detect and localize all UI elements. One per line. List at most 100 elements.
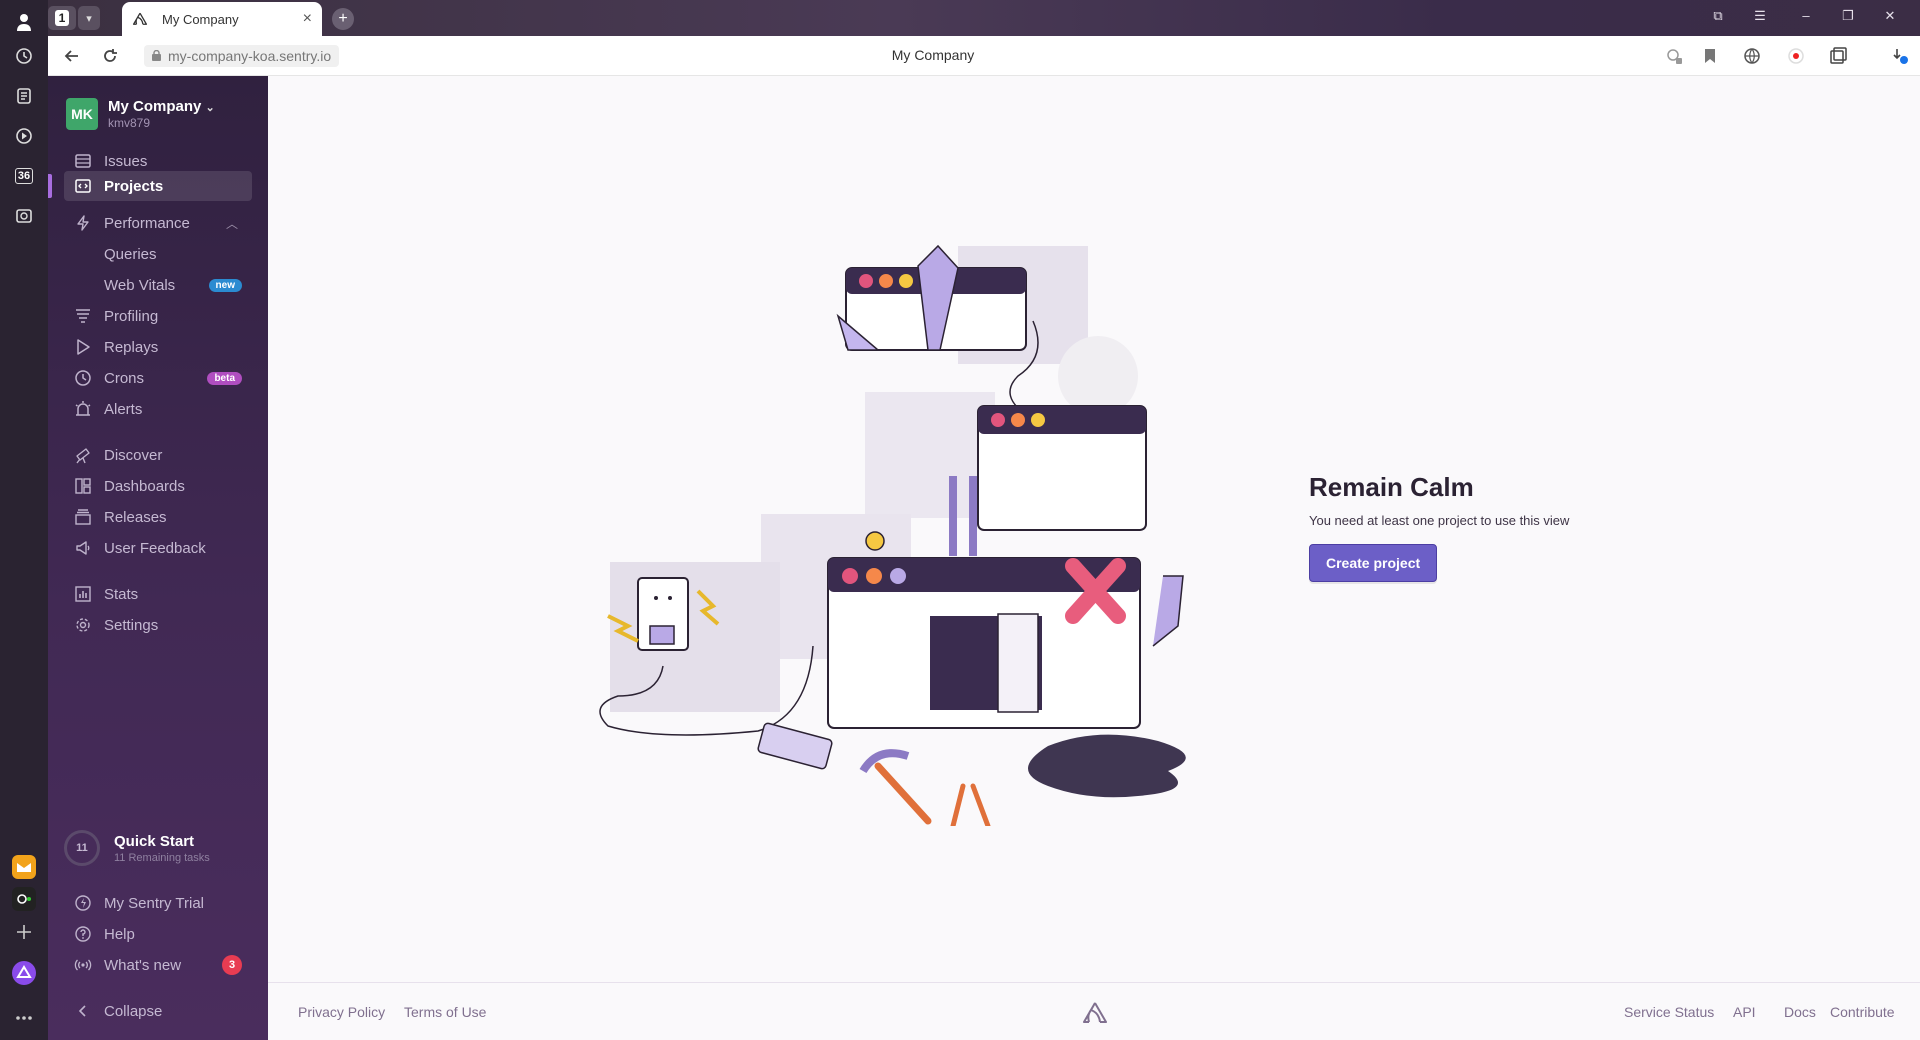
create-project-button[interactable]: Create project	[1309, 544, 1438, 582]
tabs-dropdown-icon[interactable]: ▾	[78, 6, 100, 30]
tab-bar: 1 ▾ My Company × + ⧉ ☰ – ❐ ✕	[48, 0, 1920, 36]
contribute-link[interactable]: Contribute	[1830, 1004, 1895, 1020]
chevron-down-icon: ⌄	[205, 102, 215, 114]
sidebar-item-stats[interactable]: Stats	[64, 579, 252, 609]
issues-icon	[74, 152, 92, 170]
sidebar-item-label: Web Vitals	[104, 276, 176, 294]
tab-title: My Company	[162, 11, 239, 27]
new-tab-button[interactable]: +	[332, 8, 354, 30]
sidebar-item-whats-new[interactable]: What's new 3	[64, 950, 252, 980]
beta-badge: beta	[207, 371, 242, 385]
sidebar-item-label: Discover	[104, 446, 163, 464]
main-content: Remain Calm You need at least one projec…	[268, 76, 1920, 1040]
play-icon[interactable]	[10, 122, 38, 150]
active-tab[interactable]: My Company ×	[122, 2, 322, 36]
projects-icon	[74, 177, 92, 195]
sidebar-item-crons[interactable]: Crons beta	[64, 363, 252, 393]
sidebar-item-label: Replays	[104, 338, 159, 356]
megaphone-icon	[74, 539, 92, 557]
broken-windows-illustration	[599, 244, 1186, 826]
sidebar-item-alerts[interactable]: Alerts	[64, 394, 252, 424]
chevron-left-icon	[74, 1002, 92, 1020]
sentry-favicon-icon	[132, 12, 148, 25]
translate-icon[interactable]	[1662, 44, 1686, 68]
sentry-sidebar: MK My Company ⌄ kmv879 Issues Projects P…	[48, 76, 268, 1040]
sidebar-item-performance[interactable]: Performance ︿	[64, 208, 252, 238]
org-switcher[interactable]: MK My Company ⌄ kmv879	[66, 98, 215, 130]
tab-close-icon[interactable]: ×	[303, 10, 312, 28]
more-icon[interactable]	[10, 1004, 38, 1032]
clock-icon	[74, 369, 92, 387]
whats-new-count: 3	[222, 955, 242, 975]
profile-icon[interactable]	[10, 8, 38, 36]
downloads-icon[interactable]	[1888, 44, 1912, 68]
sentry-logo-icon	[1083, 1002, 1107, 1023]
org-username: kmv879	[108, 116, 151, 130]
sidebar-item-label: Profiling	[104, 307, 159, 325]
dashboard-icon	[74, 477, 92, 495]
sidebar-item-label: Stats	[104, 585, 139, 603]
tab-count-button[interactable]: 1	[48, 6, 76, 30]
sidebar-item-releases[interactable]: Releases	[64, 502, 252, 532]
org-name: My Company	[108, 98, 202, 115]
sidebar-item-label: Releases	[104, 508, 167, 526]
sidebar-item-label: Performance	[104, 214, 190, 232]
restore-icon[interactable]: ❐	[1838, 8, 1858, 24]
screenshot-icon[interactable]	[10, 202, 38, 230]
sidebar-item-label: Settings	[104, 616, 159, 634]
minimize-icon[interactable]: –	[1796, 8, 1816, 23]
page-title: My Company	[891, 47, 975, 63]
history-icon[interactable]	[10, 42, 38, 70]
sidebar-item-projects[interactable]: Projects	[48, 171, 252, 201]
lightning-circle-icon	[74, 894, 92, 912]
sidebar-item-label: Help	[104, 925, 135, 943]
address-bar: my-company-koa.sentry.io My Company	[48, 36, 1920, 76]
privacy-policy-link[interactable]: Privacy Policy	[298, 1004, 385, 1020]
rail-counter-text: 36	[14, 168, 34, 184]
sidebar-item-discover[interactable]: Discover	[64, 440, 252, 470]
sidebar-item-label: My Sentry Trial	[104, 894, 205, 912]
sidebar-item-web-vitals[interactable]: Web Vitals new	[64, 270, 252, 300]
telescope-icon	[74, 446, 92, 464]
gear-icon	[74, 616, 92, 634]
sidebar-item-profiling[interactable]: Profiling	[64, 301, 252, 331]
sidebar-item-settings[interactable]: Settings	[64, 610, 252, 640]
collapse-button[interactable]: Collapse	[64, 996, 252, 1026]
quick-start[interactable]: 11 Quick Start 11 Remaining tasks	[64, 830, 210, 866]
sidebar-item-label: User Feedback	[104, 539, 206, 557]
docs-link[interactable]: Docs	[1784, 1004, 1816, 1020]
reader-icon[interactable]	[10, 82, 38, 110]
sidebar-item-queries[interactable]: Queries	[64, 239, 252, 269]
collapse-label: Collapse	[104, 1002, 163, 1020]
alice-assistant-icon[interactable]	[12, 961, 36, 985]
sidebar-item-label: Queries	[104, 245, 157, 263]
sidebar-item-replays[interactable]: Replays	[64, 332, 252, 362]
quick-start-subtitle: 11 Remaining tasks	[114, 851, 210, 864]
record-icon[interactable]	[1784, 44, 1808, 68]
tab-count-text: 1	[54, 10, 70, 26]
collections-icon[interactable]: ⧉	[1708, 8, 1728, 24]
sidebar-item-dashboards[interactable]: Dashboards	[64, 471, 252, 501]
sidebar-item-label: Issues	[104, 152, 148, 170]
sidebar-item-trial[interactable]: My Sentry Trial	[64, 888, 252, 918]
chatgpt-app-icon[interactable]	[12, 887, 36, 911]
browser-rail: 36	[0, 0, 48, 1040]
sidebar-item-help[interactable]: Help	[64, 919, 252, 949]
bookmark-icon[interactable]	[1698, 44, 1722, 68]
close-window-icon[interactable]: ✕	[1880, 8, 1900, 24]
add-app-icon[interactable]	[10, 918, 38, 946]
mail-app-icon[interactable]	[12, 855, 36, 879]
help-icon	[74, 925, 92, 943]
globe-icon[interactable]	[1740, 44, 1764, 68]
terms-of-use-link[interactable]: Terms of Use	[404, 1004, 486, 1020]
service-status-link[interactable]: Service Status	[1624, 1004, 1714, 1020]
sidebar-item-user-feedback[interactable]: User Feedback	[64, 533, 252, 563]
sidebar-item-label: What's new	[104, 956, 182, 974]
extensions-icon[interactable]	[1826, 44, 1850, 68]
rail-counter-badge[interactable]: 36	[10, 162, 38, 190]
menu-icon[interactable]: ☰	[1750, 8, 1770, 24]
api-link[interactable]: API	[1733, 1004, 1756, 1020]
footer: Privacy Policy Terms of Use Service Stat…	[268, 982, 1920, 1040]
empty-state: Remain Calm You need at least one projec…	[1309, 472, 1709, 582]
sidebar-item-label: Dashboards	[104, 477, 185, 495]
